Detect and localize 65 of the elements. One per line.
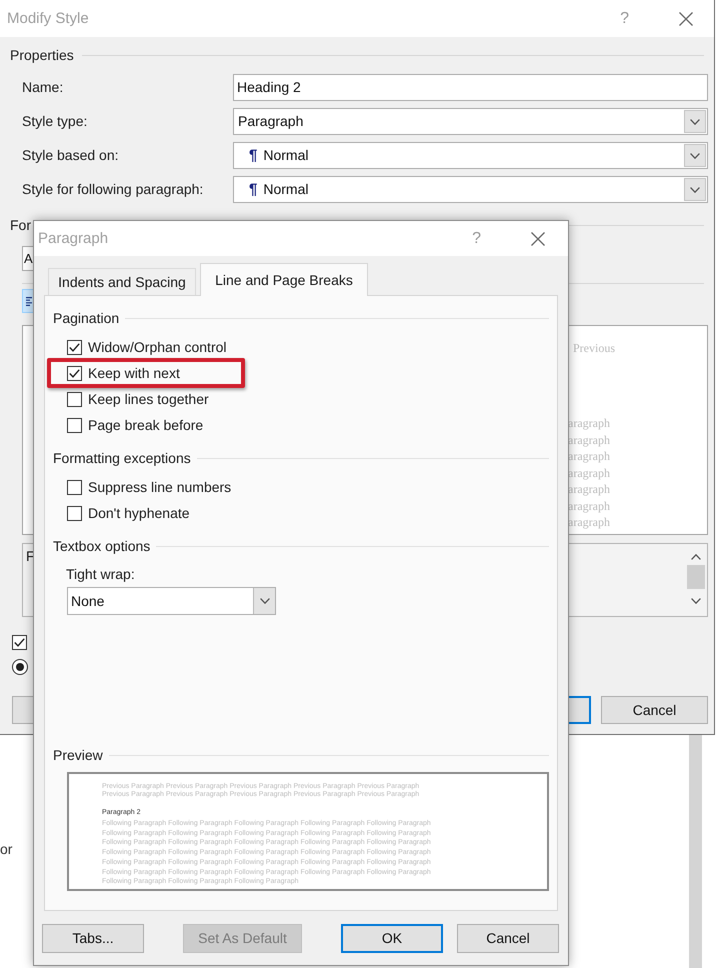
section-heading: Pagination [53,310,120,326]
section-heading: Textbox options [53,538,150,554]
dropdown[interactable]: ¶ Normal [233,142,708,169]
field-label: Tight wrap: [66,566,135,582]
checkmark-icon [69,342,80,352]
preview-text: Previous [573,341,615,355]
checkbox[interactable] [12,635,27,650]
close-icon[interactable] [679,12,693,26]
radio-button[interactable] [12,659,28,675]
preview-text: aragraph [568,464,610,481]
chevron-up-icon [691,554,701,560]
field-label: Name: [22,78,64,97]
chevron-down-icon [690,186,700,192]
preview-text: aragraph [568,432,610,448]
window-title: Paragraph [38,231,108,246]
dialog-button[interactable]: Tabs... [42,924,144,953]
checkbox-label: Suppress line numbers [88,478,232,497]
chevron-down-icon [260,598,270,604]
window-title: Modify Style [7,11,89,26]
dropdown[interactable]: ¶ Normal [233,176,708,203]
dialog-button[interactable]: Cancel [601,696,708,724]
chevron-down-icon [690,152,700,158]
preview-text: aragraph [568,481,610,498]
dialog-button[interactable]: Cancel [457,924,559,953]
checkmark-icon [69,368,80,378]
dropdown[interactable]: None [67,587,276,615]
tab[interactable]: Line and Page Breaks [200,263,368,296]
checkbox[interactable] [67,366,82,380]
pilcrow-icon: ¶ [249,182,258,197]
checkbox[interactable] [67,418,82,432]
checkbox-label: Keep lines together [88,390,209,409]
font-dropdown[interactable]: A [22,246,34,271]
tab[interactable]: Indents and Spacing [48,268,196,295]
section-heading: Formatting exceptions [53,450,191,466]
pilcrow-icon: ¶ [249,148,258,163]
section-heading: Preview [53,747,103,763]
checkmark-icon [14,638,25,647]
checkbox-label: Page break before [88,416,204,435]
checkbox-label: Widow/Orphan control [88,338,227,357]
scrollbar-thumb[interactable] [687,565,705,589]
document-text: or [0,841,12,857]
section-heading: Properties [10,46,74,65]
dialog-button[interactable]: OK [341,924,443,953]
field-label: Style based on: [22,146,120,165]
checkbox-label: Keep with next [88,364,180,383]
preview-text: aragraph [568,498,610,514]
toolbar-button[interactable] [22,289,34,313]
close-icon[interactable] [531,232,545,246]
preview-text: aragraph [568,514,610,530]
preview-text: aragraph [568,415,610,432]
dropdown[interactable]: Paragraph [233,108,708,135]
checkbox[interactable] [67,480,82,494]
section-heading: For [10,217,31,233]
field-label: Style for following paragraph: [22,180,204,199]
checkbox[interactable] [67,340,82,354]
checkbox[interactable] [67,506,82,520]
chevron-down-icon [690,118,700,124]
field-label: Style type: [22,112,88,131]
align-left-icon [26,296,32,306]
checkbox-label: Don't hyphenate [88,504,190,523]
preview-text: aragraph [568,448,610,464]
chevron-down-icon [691,598,701,604]
checkbox[interactable] [67,392,82,406]
text-field[interactable]: Heading 2 [233,74,708,101]
dialog-button[interactable] [12,696,34,724]
